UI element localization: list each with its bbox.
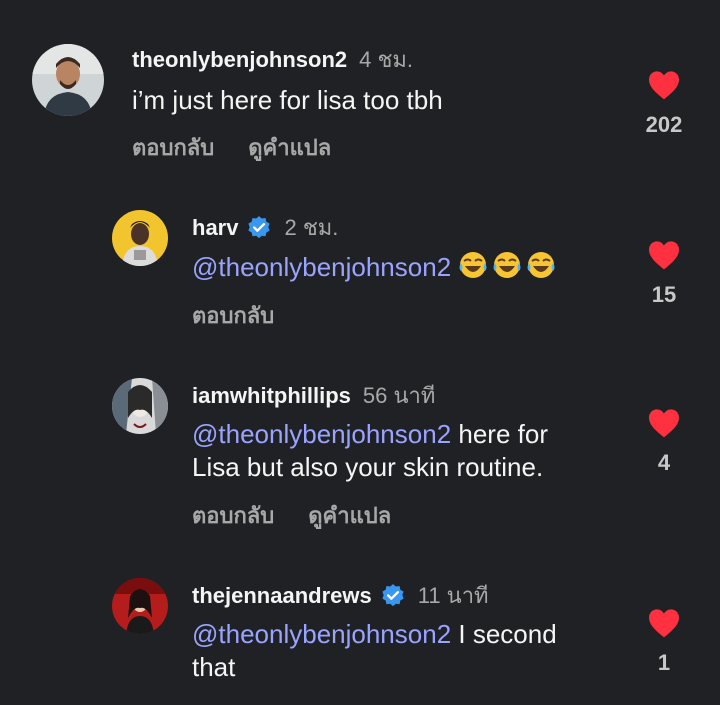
- verified-badge-icon: [380, 583, 406, 609]
- reply-button[interactable]: ตอบกลับ: [192, 298, 274, 333]
- like-count: 4: [657, 450, 671, 475]
- mention-link[interactable]: @theonlybenjohnson2: [192, 419, 451, 449]
- avatar[interactable]: [112, 210, 168, 266]
- verified-badge-icon: [246, 215, 272, 241]
- like-count: 1: [657, 650, 671, 675]
- like-count: 15: [651, 282, 677, 307]
- timestamp: 2 ชม.: [284, 215, 339, 240]
- see-translation-button[interactable]: ดูคำแปล: [248, 130, 331, 165]
- heart-icon[interactable]: [647, 70, 681, 100]
- username[interactable]: harv: [192, 215, 238, 241]
- comment-text: @theonlybenjohnson2: [192, 250, 560, 284]
- username[interactable]: thejennaandrews: [192, 583, 372, 609]
- like-count: 202: [645, 112, 683, 137]
- comment-text: i’m just here for lisa too tbh: [132, 85, 443, 115]
- comment-text: @theonlybenjohnson2 here for Lisa but al…: [192, 419, 548, 482]
- tears-of-joy-emoji: [459, 252, 487, 278]
- avatar[interactable]: [112, 378, 168, 434]
- reply-button[interactable]: ตอบกลับ: [132, 130, 214, 165]
- heart-icon[interactable]: [647, 608, 681, 638]
- see-translation-button[interactable]: ดูคำแปล: [308, 498, 391, 533]
- heart-icon[interactable]: [647, 240, 681, 270]
- comment-text: @theonlybenjohnson2 I second that: [192, 619, 557, 682]
- heart-icon[interactable]: [647, 408, 681, 438]
- tears-of-joy-emoji: [527, 252, 555, 278]
- mention-link[interactable]: @theonlybenjohnson2: [192, 619, 451, 649]
- timestamp: 56 นาที: [362, 383, 436, 408]
- timestamp: 11 นาที: [417, 583, 489, 608]
- avatar[interactable]: [32, 44, 104, 116]
- timestamp: 4 ชม.: [359, 47, 414, 72]
- reply-button[interactable]: ตอบกลับ: [192, 498, 274, 533]
- avatar[interactable]: [112, 578, 168, 634]
- username[interactable]: iamwhitphillips: [192, 383, 351, 409]
- mention-link[interactable]: @theonlybenjohnson2: [192, 252, 451, 282]
- tears-of-joy-emoji: [493, 252, 521, 278]
- username[interactable]: theonlybenjohnson2: [132, 47, 347, 73]
